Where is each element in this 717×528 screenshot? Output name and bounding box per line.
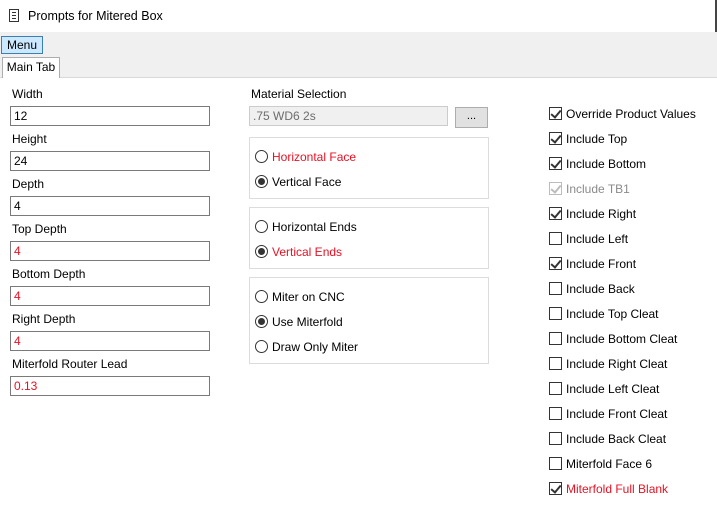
checkbox bbox=[549, 157, 562, 170]
checkbox-label: Miterfold Face 6 bbox=[566, 457, 653, 471]
checkbox bbox=[549, 482, 562, 495]
face-orientation-group: Horizontal Face Vertical Face bbox=[249, 137, 489, 199]
radio-button bbox=[255, 150, 268, 163]
tab-strip bbox=[0, 55, 717, 77]
checkbox-label: Miterfold Full Blank bbox=[566, 482, 669, 496]
checkbox bbox=[549, 232, 562, 245]
right-depth-input[interactable]: 4 bbox=[10, 331, 210, 351]
radio-label: Use Miterfold bbox=[272, 315, 343, 329]
checkbox-label: Override Product Values bbox=[566, 107, 696, 121]
checkbox-label: Include Back Cleat bbox=[566, 432, 667, 446]
miterfold-router-lead-label: Miterfold Router Lead bbox=[12, 357, 128, 371]
material-browse-button[interactable]: ... bbox=[455, 107, 488, 128]
checkbox-label: Include Right bbox=[566, 207, 637, 221]
radio-button bbox=[255, 315, 268, 328]
checkbox-label: Include Front Cleat bbox=[566, 407, 668, 421]
miterfold-router-lead-input[interactable]: 0.13 bbox=[10, 376, 210, 396]
radio-label: Draw Only Miter bbox=[272, 340, 359, 354]
width-input[interactable]: 12 bbox=[10, 106, 210, 126]
material-selection-label: Material Selection bbox=[251, 87, 347, 101]
checkbox-label: Include Front bbox=[566, 257, 637, 271]
right-depth-label: Right Depth bbox=[12, 312, 76, 326]
menu-bar bbox=[0, 32, 717, 55]
radio-button bbox=[255, 340, 268, 353]
menu-button[interactable]: Menu bbox=[1, 36, 43, 54]
checkbox bbox=[549, 332, 562, 345]
app-icon bbox=[9, 9, 19, 22]
checkbox-label: Include Left bbox=[566, 232, 629, 246]
window-title: Prompts for Mitered Box bbox=[28, 9, 163, 23]
height-label: Height bbox=[12, 132, 47, 146]
radio-label: Miter on CNC bbox=[272, 290, 345, 304]
bottom-depth-label: Bottom Depth bbox=[12, 267, 86, 281]
tab-divider bbox=[0, 77, 717, 78]
radio-button bbox=[255, 245, 268, 258]
ends-orientation-group: Horizontal Ends Vertical Ends bbox=[249, 207, 489, 269]
checkbox bbox=[549, 407, 562, 420]
checkbox bbox=[549, 307, 562, 320]
checkbox-label: Include Bottom bbox=[566, 157, 647, 171]
miter-method-group: Miter on CNC Use Miterfold Draw Only Mit… bbox=[249, 277, 489, 364]
radio-button bbox=[255, 220, 268, 233]
checkbox bbox=[549, 132, 562, 145]
width-label: Width bbox=[12, 87, 43, 101]
checkbox-label: Include Top Cleat bbox=[566, 307, 659, 321]
checkbox bbox=[549, 432, 562, 445]
checkbox-label: Include Back bbox=[566, 282, 635, 296]
radio-label: Horizontal Face bbox=[272, 150, 357, 164]
radio-button bbox=[255, 175, 268, 188]
top-depth-input[interactable]: 4 bbox=[10, 241, 210, 261]
radio-label: Horizontal Ends bbox=[272, 220, 357, 234]
material-selection-input[interactable]: .75 WD6 2s bbox=[249, 106, 448, 126]
height-input[interactable]: 24 bbox=[10, 151, 210, 171]
tab-main[interactable]: Main Tab bbox=[2, 57, 60, 78]
checkbox-label: Include Left Cleat bbox=[566, 382, 660, 396]
checkbox-label: Include Top bbox=[566, 132, 628, 146]
checkbox bbox=[549, 207, 562, 220]
checkbox bbox=[549, 382, 562, 395]
radio-button bbox=[255, 290, 268, 303]
checkbox bbox=[549, 107, 562, 120]
top-depth-label: Top Depth bbox=[12, 222, 67, 236]
radio-label: Vertical Ends bbox=[272, 245, 343, 259]
checkbox bbox=[549, 357, 562, 370]
checkbox-label: Include TB1 bbox=[566, 182, 630, 196]
checkbox-label: Include Bottom Cleat bbox=[566, 332, 678, 346]
checkbox-label: Include Right Cleat bbox=[566, 357, 668, 371]
depth-label: Depth bbox=[12, 177, 45, 191]
checkbox bbox=[549, 182, 562, 195]
title-bar: Prompts for Mitered Box bbox=[0, 0, 717, 32]
depth-input[interactable]: 4 bbox=[10, 196, 210, 216]
checkbox bbox=[549, 457, 562, 470]
checkbox bbox=[549, 282, 562, 295]
bottom-depth-input[interactable]: 4 bbox=[10, 286, 210, 306]
radio-label: Vertical Face bbox=[272, 175, 342, 189]
checkbox bbox=[549, 257, 562, 270]
